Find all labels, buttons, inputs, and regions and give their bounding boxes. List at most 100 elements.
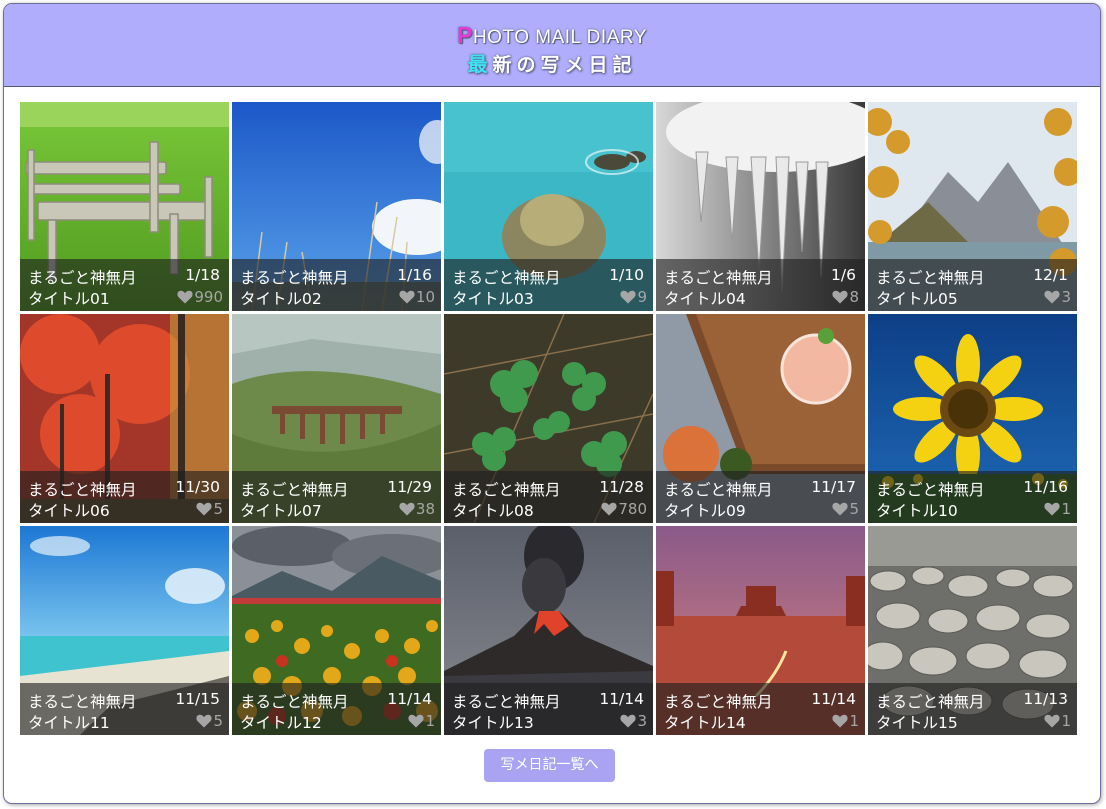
diary-card[interactable]: まるごと神無月 11/14 タイトル13 3: [444, 526, 653, 735]
heart-icon: [399, 290, 415, 304]
card-title: タイトル09: [664, 502, 746, 520]
card-date: 1/10: [609, 266, 644, 284]
card-author: まるごと神無月: [664, 269, 773, 287]
diary-card[interactable]: まるごと神無月 11/16 タイトル10 1: [868, 314, 1077, 523]
card-author: まるごと神無月: [664, 693, 773, 711]
card-author: まるごと神無月: [452, 269, 561, 287]
heart-icon: [832, 502, 849, 516]
card-caption: まるごと神無月 11/15 タイトル11 5: [20, 683, 229, 735]
heart-icon: [1044, 714, 1061, 728]
photo-grid: まるごと神無月 1/18 タイトル01 990 まるごと神無月 1/16 タイト…: [20, 102, 1079, 735]
card-caption: まるごと神無月 11/17 タイトル09 5: [656, 471, 865, 523]
card-title: タイトル14: [664, 714, 746, 732]
diary-card[interactable]: まるごと神無月 11/30 タイトル06 5: [20, 314, 229, 523]
diary-card[interactable]: まるごと神無月 12/1 タイトル05 3: [868, 102, 1077, 311]
card-title: タイトル01: [28, 290, 110, 308]
heart-icon: [620, 714, 637, 728]
heart-icon: [196, 502, 213, 516]
card-likes: 990: [177, 288, 223, 306]
card-likes-count: 8: [849, 288, 859, 306]
heart-icon: [620, 290, 637, 304]
card-likes-count: 1: [1061, 712, 1071, 730]
card-likes-count: 780: [618, 500, 647, 518]
diary-card[interactable]: まるごと神無月 11/28 タイトル08 780: [444, 314, 653, 523]
card-caption: まるごと神無月 12/1 タイトル05 3: [868, 259, 1077, 311]
card-author: まるごと神無月: [28, 269, 137, 287]
heart-icon: [832, 714, 849, 728]
card-likes: 1: [832, 712, 859, 730]
diary-list-button[interactable]: 写メ日記一覧へ: [484, 749, 615, 782]
card-likes: 9: [620, 288, 647, 306]
card-likes-count: 10: [415, 288, 435, 306]
card-likes: 3: [1044, 288, 1071, 306]
card-date: 12/1: [1033, 266, 1068, 284]
card-date: 1/16: [397, 266, 432, 284]
heart-icon: [1044, 290, 1061, 304]
card-title: タイトル08: [452, 502, 534, 520]
card-author: まるごと神無月: [876, 693, 985, 711]
card-likes: 1: [1044, 712, 1071, 730]
card-date: 11/14: [599, 690, 644, 708]
card-title: タイトル11: [28, 714, 110, 732]
card-likes: 5: [196, 500, 223, 518]
heart-icon: [177, 290, 193, 304]
card-date: 11/17: [811, 478, 856, 496]
card-caption: まるごと神無月 11/13 タイトル15 1: [868, 683, 1077, 735]
card-caption: まるごと神無月 1/6 タイトル04 8: [656, 259, 865, 311]
card-likes: 1: [1044, 500, 1071, 518]
title-english-rest: HOTO MAIL DIARY: [472, 27, 647, 48]
card-likes: 10: [399, 288, 435, 306]
diary-card[interactable]: まるごと神無月 1/10 タイトル03 9: [444, 102, 653, 311]
card-likes-count: 9: [637, 288, 647, 306]
card-likes: 3: [620, 712, 647, 730]
title-english-cap: P: [457, 22, 473, 48]
card-title: タイトル12: [240, 714, 322, 732]
card-title: タイトル07: [240, 502, 322, 520]
card-author: まるごと神無月: [240, 269, 349, 287]
card-likes-count: 1: [1061, 500, 1071, 518]
card-likes-count: 1: [425, 712, 435, 730]
card-caption: まるごと神無月 11/29 タイトル07 38: [232, 471, 441, 523]
card-date: 11/14: [387, 690, 432, 708]
card-title: タイトル04: [664, 290, 746, 308]
card-caption: まるごと神無月 1/18 タイトル01 990: [20, 259, 229, 311]
diary-card[interactable]: まるごと神無月 11/14 タイトル12 1: [232, 526, 441, 735]
diary-card[interactable]: まるごと神無月 11/15 タイトル11 5: [20, 526, 229, 735]
card-author: まるごと神無月: [28, 693, 137, 711]
card-caption: まるごと神無月 11/14 タイトル13 3: [444, 683, 653, 735]
diary-card[interactable]: まるごと神無月 1/18 タイトル01 990: [20, 102, 229, 311]
card-date: 11/15: [175, 690, 220, 708]
card-date: 1/18: [185, 266, 220, 284]
card-title: タイトル15: [876, 714, 958, 732]
diary-card[interactable]: まるごと神無月 11/14 タイトル14 1: [656, 526, 865, 735]
card-likes: 780: [601, 500, 647, 518]
card-author: まるごと神無月: [240, 481, 349, 499]
card-likes-count: 3: [1061, 288, 1071, 306]
heart-icon: [832, 290, 849, 304]
card-caption: まるごと神無月 11/14 タイトル14 1: [656, 683, 865, 735]
diary-card[interactable]: まるごと神無月 11/29 タイトル07 38: [232, 314, 441, 523]
diary-card[interactable]: まるごと神無月 11/17 タイトル09 5: [656, 314, 865, 523]
card-author: まるごと神無月: [452, 693, 561, 711]
card-title: タイトル02: [240, 290, 322, 308]
title-english: PHOTO MAIL DIARY: [4, 22, 1100, 49]
card-author: まるごと神無月: [240, 693, 349, 711]
heart-icon: [399, 502, 415, 516]
diary-card[interactable]: まるごと神無月 1/6 タイトル04 8: [656, 102, 865, 311]
card-title: タイトル13: [452, 714, 534, 732]
heart-icon: [1044, 502, 1061, 516]
card-date: 11/30: [175, 478, 220, 496]
diary-card[interactable]: まるごと神無月 11/13 タイトル15 1: [868, 526, 1077, 735]
card-date: 11/13: [1023, 690, 1068, 708]
diary-card[interactable]: まるごと神無月 1/16 タイトル02 10: [232, 102, 441, 311]
card-author: まるごと神無月: [28, 481, 137, 499]
card-likes-count: 5: [849, 500, 859, 518]
title-japanese-rest: 新の写メ日記: [492, 54, 637, 76]
card-caption: まるごと神無月 1/10 タイトル03 9: [444, 259, 653, 311]
card-caption: まるごと神無月 11/28 タイトル08 780: [444, 471, 653, 523]
title-japanese: 最新の写メ日記: [4, 48, 1100, 77]
card-likes-count: 3: [637, 712, 647, 730]
card-author: まるごと神無月: [876, 269, 985, 287]
card-likes-count: 5: [213, 712, 223, 730]
card-title: タイトル06: [28, 502, 110, 520]
